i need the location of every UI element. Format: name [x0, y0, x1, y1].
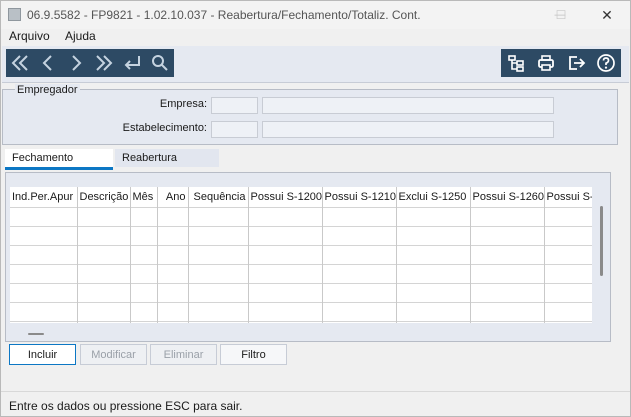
app-icon: [8, 8, 21, 21]
eliminar-button[interactable]: Eliminar: [150, 344, 217, 365]
title-bar: 06.9.5582 - FP9821 - 1.02.10.037 - Reabe…: [1, 1, 630, 29]
next-icon: [72, 55, 82, 71]
column-header[interactable]: Descrição: [77, 187, 131, 208]
last-page-button[interactable]: [90, 49, 118, 77]
column-header[interactable]: Mês: [130, 187, 158, 208]
column-header[interactable]: Ano: [157, 187, 189, 208]
table-row[interactable]: [10, 302, 592, 322]
table-row[interactable]: [10, 245, 592, 265]
tab-reabertura[interactable]: Reabertura: [115, 149, 219, 167]
close-button[interactable]: ✕: [584, 1, 630, 29]
estabelecimento-code-field[interactable]: [211, 121, 258, 138]
grid-header-row: Ind.Per.Apur Descrição Mês Ano Sequência…: [10, 187, 592, 208]
data-grid[interactable]: Ind.Per.Apur Descrição Mês Ano Sequência…: [10, 187, 592, 323]
tab-fechamento[interactable]: Fechamento: [5, 149, 113, 170]
empresa-code-field[interactable]: [211, 97, 258, 114]
column-header[interactable]: Sequência: [188, 187, 249, 208]
toolbar-area: [2, 46, 629, 83]
group-title: Empregador: [15, 84, 80, 96]
next-button[interactable]: [62, 49, 90, 77]
status-text: Entre os dados ou pressione ESC para sai…: [9, 399, 243, 413]
print-button[interactable]: [533, 50, 559, 76]
status-bar: Entre os dados ou pressione ESC para sai…: [1, 391, 630, 416]
exit-button[interactable]: [563, 50, 589, 76]
grid-table: Ind.Per.Apur Descrição Mês Ano Sequência…: [10, 187, 592, 323]
column-header[interactable]: Possui S-1210: [322, 187, 397, 208]
incluir-button[interactable]: Incluir: [9, 344, 76, 365]
table-row[interactable]: [10, 283, 592, 303]
action-toolbar: [501, 49, 621, 77]
return-button[interactable]: [118, 49, 146, 77]
estabelecimento-label: Estabelecimento:: [122, 122, 207, 134]
print-icon: [538, 55, 554, 71]
horizontal-scrollbar[interactable]: [28, 333, 44, 335]
table-row[interactable]: [10, 264, 592, 284]
filtro-button[interactable]: Filtro: [220, 344, 287, 365]
empregador-group: Empregador Empresa: Estabelecimento:: [2, 84, 618, 145]
help-icon: [597, 54, 615, 72]
tab-panel-fechamento: Ind.Per.Apur Descrição Mês Ano Sequência…: [5, 172, 611, 342]
exit-icon: [569, 56, 586, 70]
column-header[interactable]: Ind.Per.Apur: [10, 187, 78, 208]
previous-button[interactable]: [34, 49, 62, 77]
help-button[interactable]: [593, 50, 619, 76]
table-row[interactable]: [10, 207, 592, 227]
menu-ajuda[interactable]: Ajuda: [65, 29, 96, 43]
search-icon: [152, 55, 168, 71]
first-page-icon: [11, 55, 28, 71]
vertical-scrollbar[interactable]: [600, 206, 603, 276]
menu-arquivo[interactable]: Arquivo: [9, 29, 50, 43]
empresa-name-field[interactable]: [262, 97, 554, 114]
table-row[interactable]: [10, 321, 592, 323]
hierarchy-button[interactable]: [503, 50, 529, 76]
maximize-icon: ☐: [555, 8, 567, 22]
search-button[interactable]: [146, 49, 174, 77]
column-header[interactable]: Exclui S-1250: [396, 187, 471, 208]
empresa-label: Empresa:: [159, 98, 207, 110]
previous-icon: [42, 55, 52, 71]
maximize-button[interactable]: ☐: [538, 1, 584, 29]
grid-body: [10, 207, 592, 323]
first-page-button[interactable]: [6, 49, 34, 77]
hierarchy-icon: [508, 55, 524, 72]
column-header[interactable]: Possui S-1200: [248, 187, 323, 208]
column-header[interactable]: Possui S-1260: [470, 187, 545, 208]
menu-bar: Arquivo Ajuda: [1, 29, 630, 45]
estabelecimento-name-field[interactable]: [262, 121, 554, 138]
navigation-toolbar: [6, 49, 174, 77]
close-icon: ✕: [601, 6, 613, 23]
table-row[interactable]: [10, 226, 592, 246]
last-page-icon: [96, 55, 113, 71]
modificar-button[interactable]: Modificar: [80, 344, 147, 365]
window-title: 06.9.5582 - FP9821 - 1.02.10.037 - Reabe…: [27, 8, 421, 22]
application-window: 06.9.5582 - FP9821 - 1.02.10.037 - Reabe…: [0, 0, 631, 417]
return-icon: [124, 56, 140, 70]
column-header[interactable]: Possui S-1: [544, 187, 592, 208]
